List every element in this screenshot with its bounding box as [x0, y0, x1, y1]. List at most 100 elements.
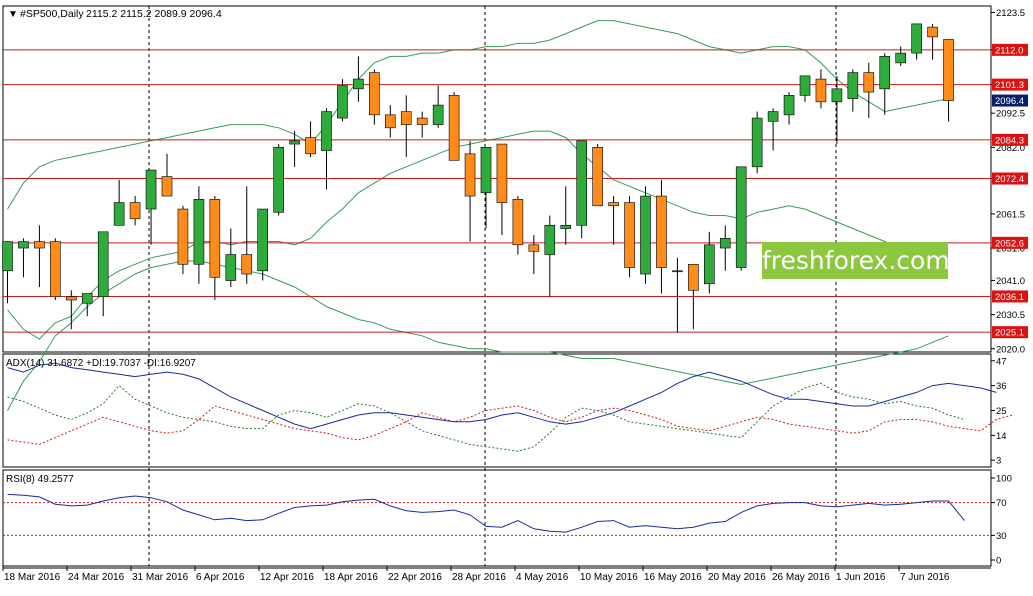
adx-tick-label: 36 [996, 381, 1007, 392]
bearish-candle [656, 195, 667, 268]
bullish-candle [2, 241, 13, 272]
time-tick-label: 6 Apr 2016 [196, 572, 245, 583]
bearish-candle [400, 111, 412, 125]
time-tick-label: 31 Mar 2016 [132, 572, 189, 583]
bullish-candle [97, 231, 109, 298]
adx-panel-frame [2, 353, 992, 468]
bearish-candle [863, 72, 875, 93]
level-price-label: 2112.0 [995, 45, 1023, 56]
price-tick-label: 2020.0 [996, 344, 1025, 355]
bearish-candle [305, 137, 316, 155]
level-price-label: 2101.3 [995, 80, 1024, 91]
level-price-label: 2084.3 [995, 135, 1024, 146]
bullish-candle [432, 104, 444, 125]
bearish-candle [369, 72, 380, 116]
bullish-candle [321, 111, 332, 151]
time-tick-label: 28 Apr 2016 [452, 572, 506, 583]
bullish-candle [703, 244, 715, 285]
bullish-candle [18, 241, 29, 249]
adx-tick-label: 47 [996, 356, 1007, 367]
time-tick-label: 26 May 2016 [772, 572, 830, 583]
bullish-candle [847, 72, 859, 99]
bullish-candle [145, 169, 157, 210]
price-tick-label: 2041.0 [996, 276, 1025, 287]
bearish-candle [209, 199, 221, 278]
bullish-candle [831, 88, 843, 103]
bullish-candle [560, 224, 572, 229]
level-price-label: 2072.4 [995, 174, 1024, 185]
bullish-candle [225, 254, 237, 281]
bullish-candle [193, 199, 205, 265]
adx-title: ADX(14) 31.6872 +DI:19.7037 -DI:16.9207 [6, 358, 196, 369]
bullish-candle [751, 117, 763, 168]
time-tick-label: 7 Jun 2016 [900, 572, 950, 583]
bearish-candle [129, 202, 141, 220]
price-tick-label: 2123.5 [996, 8, 1025, 19]
bearish-candle [943, 39, 954, 101]
bullish-candle [799, 75, 811, 96]
chart-title: #SP500,Daily [20, 8, 84, 20]
bullish-candle [767, 111, 779, 122]
bullish-candle [480, 147, 492, 194]
bearish-candle [50, 241, 61, 298]
time-tick-label: 24 Mar 2016 [68, 572, 125, 583]
bullish-candle [337, 85, 348, 119]
ohlc-readout: 2115.2 2115.2 2089.9 2096.4 [86, 8, 222, 20]
bearish-candle [608, 202, 619, 207]
bullish-candle [353, 78, 364, 90]
bullish-candle [783, 95, 795, 116]
price-tick-label: 2030.5 [996, 310, 1025, 321]
bearish-candle [512, 199, 524, 246]
time-tick-label: 18 Mar 2016 [4, 572, 61, 583]
rsi-tick-label: 0 [996, 556, 1001, 567]
price-tick-label: 2092.5 [996, 109, 1025, 120]
bullish-candle [911, 23, 922, 54]
bearish-candle [241, 254, 253, 275]
bearish-candle [384, 114, 396, 129]
bullish-candle [273, 147, 284, 213]
bearish-candle [496, 143, 508, 203]
price-tick-label: 2061.5 [996, 209, 1025, 220]
bearish-candle [34, 241, 45, 249]
bullish-candle [895, 52, 907, 64]
rsi-tick-label: 70 [996, 498, 1007, 509]
adx-tick-label: 3 [996, 456, 1001, 467]
bearish-candle [592, 147, 603, 207]
time-tick-label: 18 Apr 2016 [324, 572, 378, 583]
bullish-candle [640, 195, 651, 275]
bearish-candle [177, 208, 189, 265]
bullish-candle [576, 140, 588, 226]
bearish-candle [688, 263, 699, 291]
time-tick-label: 1 Jun 2016 [836, 572, 886, 583]
bearish-candle [448, 95, 460, 161]
time-tick-label: 12 Apr 2016 [260, 572, 314, 583]
time-tick-label: 4 May 2016 [516, 572, 569, 583]
bearish-candle [161, 176, 173, 197]
time-tick-label: 20 May 2016 [708, 572, 766, 583]
bullish-candle [257, 208, 269, 272]
rsi-tick-label: 30 [996, 531, 1007, 542]
adx-tick-label: 14 [996, 431, 1007, 442]
bullish-candle [289, 140, 300, 145]
rsi-panel-frame [2, 469, 992, 567]
bearish-candle [464, 153, 476, 197]
level-price-label: 2025.1 [995, 328, 1024, 339]
bearish-candle [815, 78, 827, 103]
chart-svg: ▼ #SP500,Daily 2115.2 2115.2 2089.9 2096.4… [2, 5, 1028, 583]
bearish-candle [528, 244, 540, 252]
adx-tick-label: 25 [996, 406, 1007, 417]
bullish-candle [544, 224, 556, 255]
bullish-candle [719, 237, 731, 249]
bullish-candle [735, 166, 747, 268]
bullish-candle [81, 293, 93, 304]
bearish-candle [416, 117, 428, 125]
bullish-candle [113, 202, 125, 226]
bearish-candle [624, 202, 635, 268]
time-tick-label: 16 May 2016 [644, 572, 702, 583]
level-price-label: 2052.6 [995, 238, 1024, 249]
bullish-candle [672, 270, 683, 273]
bullish-candle [879, 56, 891, 90]
bearish-candle [66, 296, 77, 301]
rsi-title: RSI(8) 49.2577 [6, 474, 74, 485]
time-tick-label: 22 Apr 2016 [388, 572, 442, 583]
